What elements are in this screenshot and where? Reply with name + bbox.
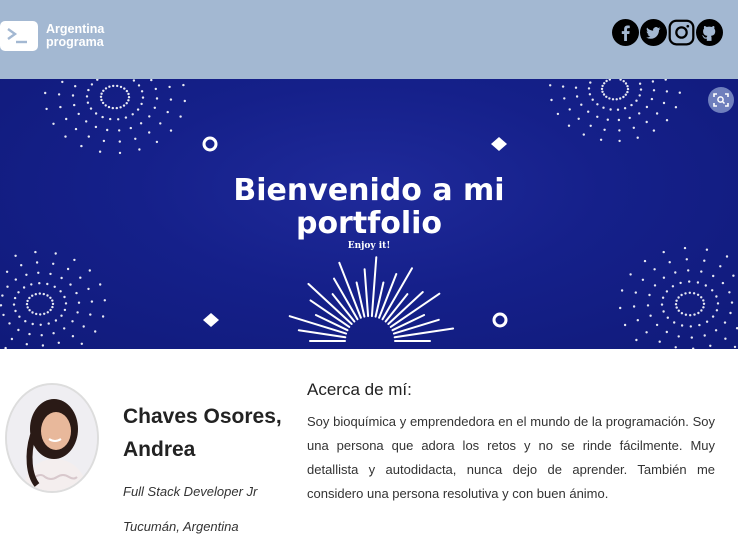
top-navbar: Argentina programa: [0, 0, 738, 79]
argentina-programa-logo[interactable]: Argentina programa: [0, 21, 104, 51]
hero-banner: Bienvenido a mi portfolio Enjoy it!: [0, 79, 738, 349]
logo-text: Argentina programa: [46, 23, 104, 49]
banner-title-line2: portfolio: [295, 206, 443, 241]
banner-title: Bienvenido a mi portfolio: [0, 174, 738, 240]
profile-name-line2: Andrea: [123, 438, 196, 461]
banner-title-line1: Bienvenido a mi: [233, 173, 505, 208]
visual-search-icon[interactable]: [708, 87, 734, 113]
social-links: [611, 18, 723, 46]
about-text: Soy bioquímica y emprendedora en el mund…: [307, 414, 715, 501]
github-icon[interactable]: [695, 18, 723, 46]
profile-name-line1: Chaves Osores,: [123, 405, 282, 428]
profile-name: Chaves Osores, Andrea: [123, 400, 293, 466]
avatar: [5, 383, 99, 493]
twitter-icon[interactable]: [639, 18, 667, 46]
profile-role: Full Stack Developer Jr: [123, 484, 258, 499]
terminal-icon: [0, 21, 38, 51]
instagram-icon[interactable]: [667, 18, 695, 46]
facebook-icon[interactable]: [611, 18, 639, 46]
banner-subtitle: Enjoy it!: [347, 241, 391, 251]
about-title: Acerca de mí:: [307, 380, 412, 399]
logo-text-line2: programa: [46, 35, 104, 49]
profile-location: Tucumán, Argentina: [123, 519, 239, 534]
